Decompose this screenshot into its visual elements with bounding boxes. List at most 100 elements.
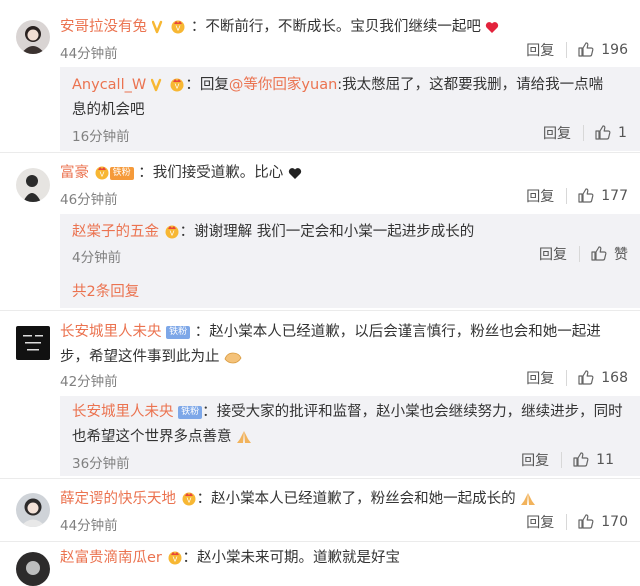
divider bbox=[561, 452, 563, 468]
vip-crown-icon bbox=[95, 166, 109, 180]
fan-badge: 铁粉 bbox=[166, 326, 191, 339]
like-count: 177 bbox=[601, 188, 628, 204]
commenter-name[interactable]: 富豪 bbox=[60, 165, 89, 181]
avatar-image bbox=[16, 168, 50, 202]
reply-time: 4分钟前 bbox=[72, 250, 122, 266]
vip-crown-icon bbox=[165, 225, 179, 239]
comment-time: 44分钟前 bbox=[60, 518, 118, 534]
comment-text: ：我们接受道歉。比心 bbox=[138, 165, 284, 181]
comment-text: ：赵小棠本人已经道歉了，粉丝会和她一起成长的 bbox=[196, 491, 516, 507]
reply-author-name[interactable]: 长安城里人未央 bbox=[72, 404, 174, 420]
reply-button[interactable]: 回复 bbox=[543, 123, 571, 143]
divider bbox=[0, 541, 640, 542]
avatar-image bbox=[16, 552, 50, 586]
thumbs-up-icon[interactable] bbox=[594, 124, 612, 142]
thumbs-up-icon[interactable] bbox=[577, 369, 595, 387]
commenter-name[interactable]: 薛定谔的快乐天地 bbox=[60, 491, 176, 507]
praying-hands-icon bbox=[521, 493, 536, 505]
reply-button[interactable]: 回复 bbox=[521, 450, 549, 470]
commenter-name[interactable]: 长安城里人未央 bbox=[60, 324, 162, 340]
divider bbox=[566, 514, 568, 530]
black-heart-icon bbox=[288, 168, 301, 179]
avatar[interactable] bbox=[16, 20, 50, 54]
reply-time: 16分钟前 bbox=[72, 129, 130, 145]
comment-line: 长安城里人未央 铁粉 ：赵小棠本人已经道歉，以后会谨言慎行，粉丝也会和她一起进步… bbox=[60, 320, 620, 370]
comment-actions: 回复 196 bbox=[526, 40, 628, 60]
comment-actions: 回复 177 bbox=[526, 186, 628, 206]
like-count: 1 bbox=[618, 125, 627, 141]
thumbs-up-icon[interactable] bbox=[590, 245, 608, 263]
fan-badge: 铁粉 bbox=[178, 406, 203, 419]
comment-time: 42分钟前 bbox=[60, 374, 118, 390]
like-label: 赞 bbox=[614, 247, 628, 263]
reply-box: Anycall_W ：回复@等你回家yuan:我太憋屈了，这都要我删，请给我一点… bbox=[60, 67, 640, 151]
like-count: 168 bbox=[601, 370, 628, 386]
comment-actions: 回复 168 bbox=[526, 368, 628, 388]
divider bbox=[566, 370, 568, 386]
fist-bump-icon bbox=[224, 352, 242, 364]
vip-crown-icon bbox=[171, 20, 185, 34]
mention-link[interactable]: @等你回家yuan bbox=[229, 77, 337, 93]
divider bbox=[0, 478, 640, 479]
like-count: 11 bbox=[596, 452, 614, 468]
avatar-image bbox=[16, 326, 50, 360]
reply-author-name[interactable]: Anycall_W bbox=[72, 77, 146, 93]
divider bbox=[0, 310, 640, 311]
comment-actions: 回复 170 bbox=[526, 512, 628, 532]
comment-text: ：赵小棠未来可期。道歉就是好宝 bbox=[182, 550, 401, 566]
reply-prefix: ：回复 bbox=[185, 77, 229, 93]
verified-v-icon bbox=[151, 20, 162, 34]
avatar[interactable] bbox=[16, 552, 50, 586]
comment-text: ：不断前行，不断成长。宝贝我们继续一起吧 bbox=[190, 19, 481, 35]
thumbs-up-icon[interactable] bbox=[572, 451, 590, 469]
thumbs-up-icon[interactable] bbox=[577, 187, 595, 205]
comment-time: 44分钟前 bbox=[60, 46, 118, 62]
reply-actions: 回复 1 bbox=[543, 123, 628, 143]
reply-author-name[interactable]: 赵棠子的五金 bbox=[72, 224, 159, 240]
avatar[interactable] bbox=[16, 168, 50, 202]
reply-button[interactable]: 回复 bbox=[526, 512, 554, 532]
divider bbox=[0, 152, 640, 153]
reply-button[interactable]: 回复 bbox=[526, 186, 554, 206]
comment-line: 富豪 铁粉 ：我们接受道歉。比心 bbox=[60, 161, 620, 186]
reply-button[interactable]: 回复 bbox=[526, 40, 554, 60]
avatar-image bbox=[16, 493, 50, 527]
like-count: 196 bbox=[601, 42, 628, 58]
fan-badge: 铁粉 bbox=[109, 167, 134, 180]
thumbs-up-icon[interactable] bbox=[577, 513, 595, 531]
vip-crown-icon bbox=[168, 551, 181, 565]
reply-line: Anycall_W ：回复@等你回家yuan:我太憋屈了，这都要我删，请给我一点… bbox=[72, 73, 616, 123]
comment-time: 46分钟前 bbox=[60, 192, 118, 208]
comment-line: 薛定谔的快乐天地 ：赵小棠本人已经道歉了，粉丝会和她一起成长的 bbox=[60, 487, 620, 512]
comment-thread: 安哥拉没有兔 ：不断前行，不断成长。宝贝我们继续一起吧 44分钟前 回复 196… bbox=[0, 0, 640, 586]
vip-crown-icon bbox=[182, 492, 196, 506]
red-heart-icon bbox=[486, 22, 499, 33]
thumbs-up-icon[interactable] bbox=[577, 41, 595, 59]
divider bbox=[583, 125, 584, 141]
reply-button[interactable]: 回复 bbox=[539, 244, 567, 264]
reply-line: 长安城里人未央 铁粉 ：接受大家的批评和监督，赵小棠也会继续努力，继续进步，同时也… bbox=[72, 400, 626, 450]
reply-button[interactable]: 回复 bbox=[526, 368, 554, 388]
praying-hands-icon bbox=[237, 431, 252, 443]
verified-v-icon bbox=[150, 78, 162, 92]
avatar[interactable] bbox=[16, 326, 50, 360]
avatar[interactable] bbox=[16, 493, 50, 527]
divider bbox=[566, 42, 568, 58]
reply-time: 36分钟前 bbox=[72, 456, 130, 472]
divider bbox=[566, 188, 568, 204]
reply-box: 赵棠子的五金 ：谢谢理解 我们一定会和小棠一起进步成长的 4分钟前 回复 赞 共… bbox=[60, 214, 640, 308]
vip-crown-icon bbox=[170, 78, 184, 92]
comment-line: 安哥拉没有兔 ：不断前行，不断成长。宝贝我们继续一起吧 bbox=[60, 15, 620, 40]
more-replies-link[interactable]: 共2条回复 bbox=[72, 280, 139, 301]
comment-line: 赵富贵滴南瓜er ：赵小棠未来可期。道歉就是好宝 bbox=[60, 546, 620, 571]
divider bbox=[579, 246, 580, 262]
reply-line: 赵棠子的五金 ：谢谢理解 我们一定会和小棠一起进步成长的 bbox=[72, 220, 620, 245]
reply-actions: 回复 11 bbox=[521, 450, 614, 470]
reply-text: ：谢谢理解 我们一定会和小棠一起进步成长的 bbox=[179, 224, 475, 240]
commenter-name[interactable]: 安哥拉没有兔 bbox=[60, 19, 147, 35]
commenter-name[interactable]: 赵富贵滴南瓜er bbox=[60, 550, 162, 566]
avatar-image bbox=[16, 20, 50, 54]
reply-actions: 回复 赞 bbox=[539, 244, 628, 264]
reply-box: 长安城里人未央 铁粉 ：接受大家的批评和监督，赵小棠也会继续努力，继续进步，同时也… bbox=[60, 396, 640, 476]
like-count: 170 bbox=[601, 514, 628, 530]
